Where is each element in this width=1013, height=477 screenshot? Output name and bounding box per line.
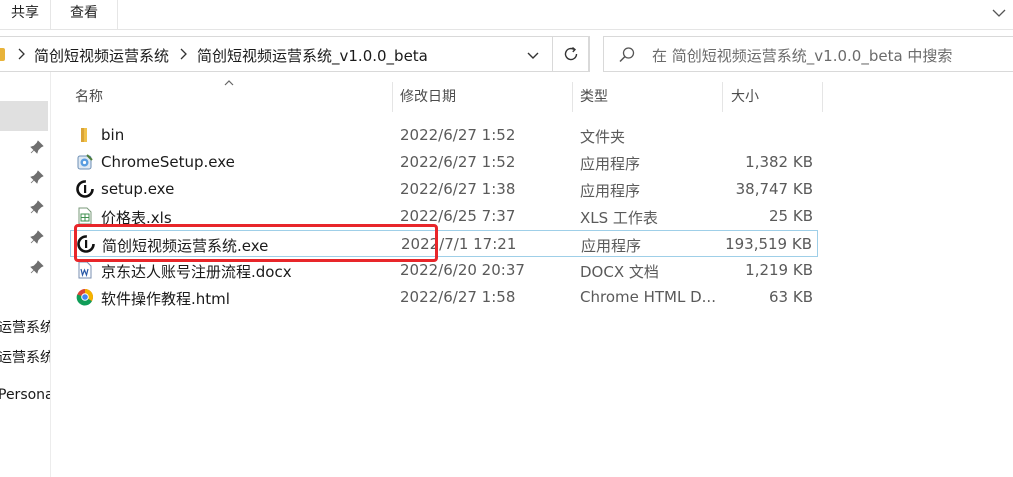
file-name[interactable]: 京东达人账号注册流程.docx (101, 261, 292, 282)
chevron-down-icon[interactable] (991, 6, 1007, 20)
file-modified: 2022/6/27 1:58 (400, 288, 516, 306)
folder-icon (81, 128, 87, 142)
pin-icon[interactable] (30, 260, 44, 274)
file-modified: 2022/6/25 7:37 (400, 207, 516, 225)
tab-view[interactable]: 查看 (50, 0, 118, 29)
navigation-pane: 运营系统 运营系统 Persona (0, 72, 51, 477)
ribbon: 共享 查看 (0, 0, 1013, 30)
file-modified: 2022/6/27 1:52 (400, 126, 516, 144)
tab-share[interactable]: 共享 (0, 0, 50, 29)
refresh-button[interactable] (552, 36, 590, 72)
nav-selected-item[interactable] (0, 101, 48, 131)
file-size: 193,519 KB (725, 235, 812, 253)
file-modified: 2022/6/20 20:37 (400, 261, 525, 279)
file-type: 应用程序 (580, 155, 641, 173)
file-size: 1,219 KB (745, 261, 813, 279)
pin-icon[interactable] (30, 140, 44, 154)
app-logo-icon (76, 180, 94, 198)
file-row[interactable]: setup.exe 2022/6/27 1:38 应用程序 38,747 KB (70, 176, 818, 203)
chevron-right-icon[interactable] (16, 47, 26, 61)
file-name[interactable]: setup.exe (101, 180, 174, 198)
pin-icon[interactable] (30, 230, 44, 244)
file-size: 63 KB (769, 288, 813, 306)
file-name[interactable]: 软件操作教程.html (101, 288, 230, 309)
file-type: 应用程序 (581, 237, 642, 255)
search-placeholder: 在 简创短视频运营系统_v1.0.0_beta 中搜索 (652, 47, 953, 65)
word-doc-icon (78, 261, 92, 279)
column-divider[interactable] (722, 82, 723, 112)
nav-item[interactable]: Persona (0, 387, 50, 403)
file-modified: 2022/6/27 1:38 (400, 180, 516, 198)
column-divider[interactable] (822, 82, 823, 112)
file-size: 1,382 KB (745, 153, 813, 171)
column-header-modified[interactable]: 修改日期 (400, 82, 570, 112)
file-type: Chrome HTML D... (580, 288, 716, 306)
breadcrumb-parent[interactable]: 简创短视频运营系统 (34, 45, 169, 66)
chevron-down-icon[interactable] (523, 45, 543, 65)
spreadsheet-icon (78, 207, 92, 225)
column-divider[interactable] (392, 82, 393, 112)
chevron-right-icon[interactable] (178, 47, 188, 61)
nav-item[interactable]: 运营系统 (0, 347, 50, 367)
file-row[interactable]: bin 2022/6/27 1:52 文件夹 (70, 122, 818, 149)
file-type: XLS 工作表 (580, 209, 658, 227)
file-type: 文件夹 (580, 128, 626, 146)
breadcrumb-current[interactable]: 简创短视频运营系统_v1.0.0_beta (197, 45, 428, 66)
pin-icon[interactable] (30, 170, 44, 184)
pin-icon[interactable] (30, 200, 44, 214)
search-box[interactable]: 在 简创短视频运营系统_v1.0.0_beta 中搜索 (603, 36, 1013, 72)
refresh-icon (564, 46, 578, 61)
chrome-icon (76, 289, 94, 306)
file-row[interactable]: 软件操作教程.html 2022/6/27 1:58 Chrome HTML D… (70, 284, 818, 311)
file-modified: 2022/6/27 1:52 (400, 153, 516, 171)
file-row[interactable]: ChromeSetup.exe 2022/6/27 1:52 应用程序 1,38… (70, 149, 818, 176)
address-bar[interactable]: 简创短视频运营系统 简创短视频运营系统_v1.0.0_beta (0, 36, 589, 72)
column-header-name[interactable]: 名称 (75, 82, 391, 112)
column-header-size[interactable]: 大小 (731, 82, 821, 112)
nav-item[interactable]: 运营系统 (0, 317, 50, 337)
file-name[interactable]: bin (101, 126, 124, 144)
file-size: 25 KB (769, 207, 813, 225)
file-type: DOCX 文档 (580, 263, 659, 281)
column-header-type[interactable]: 类型 (580, 82, 720, 112)
file-name[interactable]: ChromeSetup.exe (101, 153, 235, 171)
search-icon (619, 47, 635, 63)
column-divider[interactable] (572, 82, 573, 112)
file-size: 38,747 KB (735, 180, 813, 198)
installer-icon (77, 154, 93, 170)
highlight-annotation (74, 224, 438, 262)
folder-icon (0, 48, 5, 61)
file-type: 应用程序 (580, 182, 641, 200)
